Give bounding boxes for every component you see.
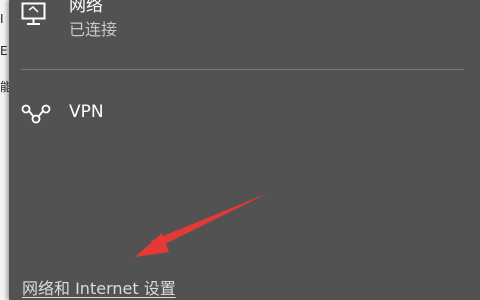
vpn-label: VPN [69, 102, 104, 122]
vpn-icon [21, 104, 51, 124]
network-connection-item[interactable]: 网络 已连接 [9, 0, 480, 58]
network-name: 网络 [69, 0, 103, 16]
monitor-network-icon [21, 2, 46, 25]
divider [21, 69, 464, 70]
network-internet-settings-link[interactable]: 网络和 Internet 设置 [22, 275, 176, 299]
background-window-text: E [0, 44, 8, 58]
network-flyout: 网络 已连接 VPN 网络和 Internet 设置 [9, 0, 480, 300]
background-window-text: I [0, 12, 4, 26]
network-status: 已连接 [69, 20, 118, 39]
vpn-item[interactable]: VPN [9, 96, 480, 136]
screenshot-frame: I E 能 网络 已连接 VPN 网络和 Internet 设置 [0, 0, 480, 300]
